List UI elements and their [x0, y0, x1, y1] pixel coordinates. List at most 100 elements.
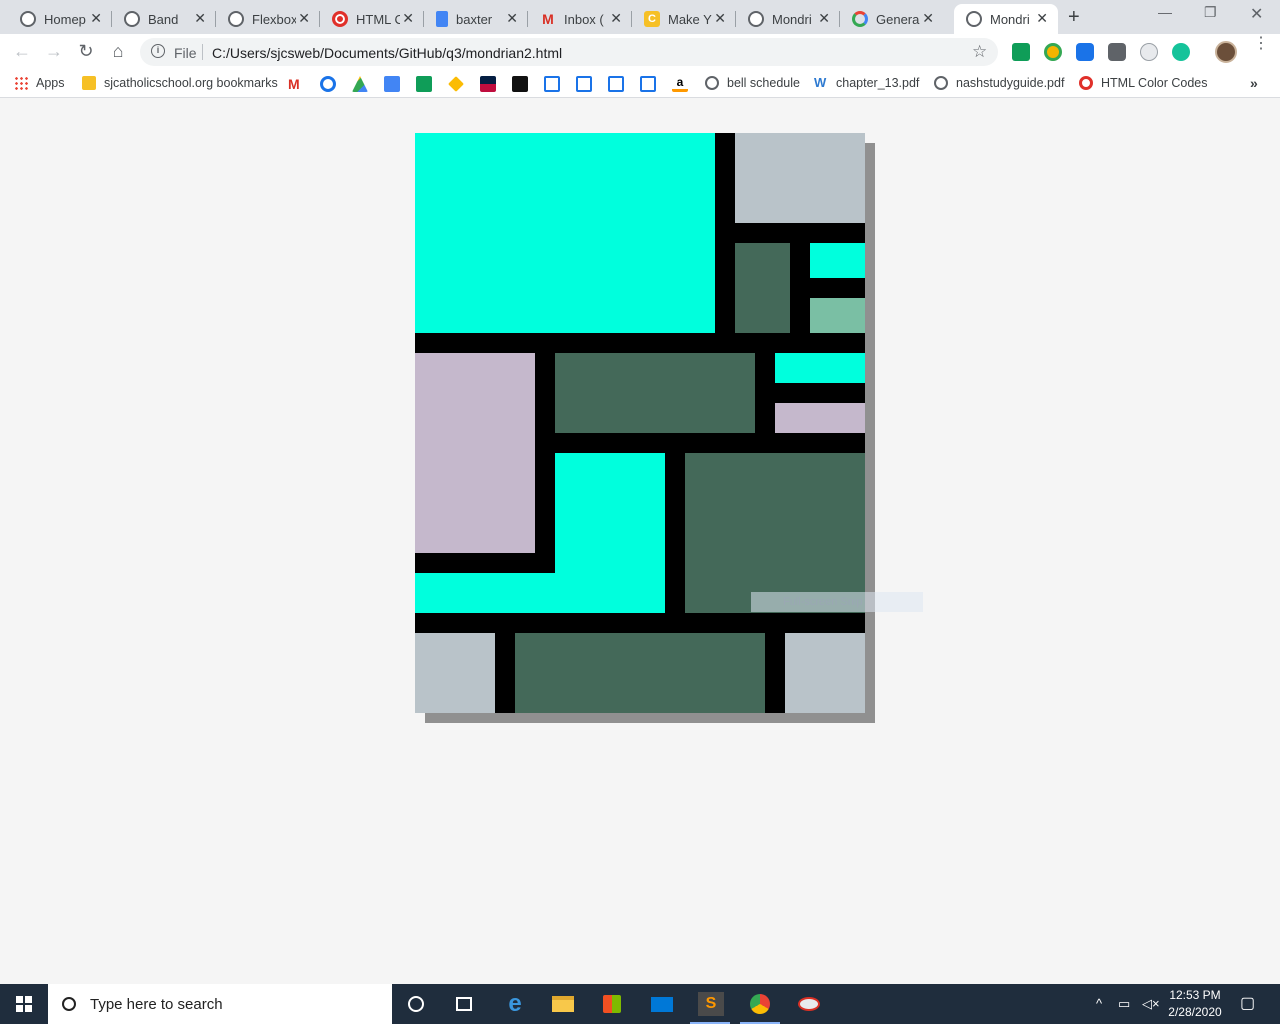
close-icon[interactable]: ✕ [402, 10, 414, 26]
notifications-icon[interactable]: ▢ [1240, 993, 1255, 1013]
tab-baxter[interactable]: baxter ✕ [424, 4, 528, 34]
task-view-icon[interactable] [452, 992, 476, 1016]
drive-icon[interactable] [352, 76, 368, 92]
close-icon[interactable]: ✕ [1036, 10, 1048, 26]
tab-title: Mondri [772, 11, 812, 27]
unity-icon[interactable] [512, 76, 528, 92]
search-placeholder: Type here to search [90, 995, 223, 1013]
tab-title: Flexbox [252, 11, 296, 27]
minimize-icon[interactable]: — [1158, 4, 1172, 20]
tab-band[interactable]: Band ✕ [112, 4, 216, 34]
info-icon[interactable]: i [151, 44, 165, 58]
mlb-icon[interactable] [480, 76, 496, 92]
bookmark-chapter-13[interactable]: W chapter_13.pdf [814, 76, 919, 91]
layout-icon[interactable] [640, 76, 656, 92]
gmail-icon: M [542, 11, 554, 27]
extension-icon[interactable] [1044, 43, 1062, 61]
amazon-icon[interactable]: a [672, 76, 688, 92]
tab-general[interactable]: Genera ✕ [840, 4, 944, 34]
close-icon[interactable]: ✕ [610, 10, 622, 26]
chrome-icon[interactable] [748, 992, 772, 1016]
bookmark-label: sjcatholicschool.org bookmarks [104, 76, 278, 90]
shield-extension-icon[interactable] [1076, 43, 1094, 61]
url-text[interactable]: C:/Users/sjcsweb/Documents/GitHub/q3/mon… [212, 45, 562, 61]
privacy-extension-icon[interactable] [1108, 43, 1126, 61]
search-icon [62, 997, 76, 1011]
store-icon[interactable] [600, 992, 624, 1016]
globe-icon [124, 11, 140, 27]
cortana-icon[interactable] [404, 992, 428, 1016]
close-icon[interactable]: ✕ [194, 10, 206, 26]
window-close-icon[interactable]: ✕ [1250, 4, 1263, 24]
tab-html-color[interactable]: HTML C ✕ [320, 4, 424, 34]
clock[interactable]: 12:53 PM 2/28/2020 [1160, 987, 1230, 1021]
block-dark-small [735, 243, 790, 333]
quizlet-icon[interactable] [320, 76, 336, 92]
back-icon[interactable]: ← [11, 41, 33, 62]
network-icon[interactable]: ▭ [1118, 996, 1130, 1012]
volume-muted-icon[interactable]: ◁× [1142, 996, 1160, 1012]
opera-icon [1079, 76, 1093, 90]
docs-icon[interactable] [384, 76, 400, 92]
gmail-icon[interactable]: M [288, 76, 304, 92]
block-dark-bottom [515, 633, 765, 713]
classroom-extension-icon[interactable] [1012, 43, 1030, 61]
tab-flexbox[interactable]: Flexbox ✕ [216, 4, 320, 34]
close-icon[interactable]: ✕ [90, 10, 102, 26]
taskbar-search[interactable]: Type here to search [48, 984, 392, 1024]
address-bar[interactable]: i File C:/Users/sjcsweb/Documents/GitHub… [140, 38, 998, 66]
start-button[interactable] [0, 984, 48, 1024]
avatar[interactable] [1215, 41, 1237, 63]
restore-icon[interactable]: ❐ [1204, 4, 1217, 21]
mail-icon[interactable] [650, 992, 674, 1016]
layout-icon[interactable] [544, 76, 560, 92]
globe-icon [966, 11, 982, 27]
layers-icon[interactable] [448, 76, 464, 92]
tab-make[interactable]: C Make Y ✕ [632, 4, 736, 34]
bookmark-html-color-codes[interactable]: HTML Color Codes [1079, 76, 1208, 90]
forward-icon[interactable]: → [43, 41, 65, 62]
tab-inbox[interactable]: M Inbox ( ✕ [528, 4, 632, 34]
globe-icon [748, 11, 764, 27]
bookmark-sjcatholic[interactable]: sjcatholicschool.org bookmarks [82, 76, 278, 90]
chevron-up-icon[interactable]: ^ [1096, 996, 1102, 1011]
tab-mondrian-active[interactable]: Mondri ✕ [954, 4, 1058, 34]
bookmark-bell-schedule[interactable]: bell schedule [705, 76, 800, 90]
edge-icon[interactable]: e [503, 990, 527, 1017]
block-gray-bottom-left [415, 633, 495, 713]
star-icon[interactable]: ☆ [972, 42, 987, 62]
bookmark-apps[interactable]: Apps [14, 76, 65, 90]
layout-icon[interactable] [608, 76, 624, 92]
omnibox-divider [202, 44, 203, 60]
snipping-tool-icon[interactable] [797, 992, 821, 1016]
close-icon[interactable]: ✕ [506, 10, 518, 26]
sublime-text-icon[interactable]: S [698, 992, 724, 1016]
globe-icon [20, 11, 36, 27]
tab-title: Mondri [990, 11, 1030, 27]
classroom-icon[interactable] [416, 76, 432, 92]
file-explorer-icon[interactable] [551, 992, 575, 1016]
bookmark-nashstudyguide[interactable]: nashstudyguide.pdf [934, 76, 1064, 90]
close-icon[interactable]: ✕ [298, 10, 310, 26]
new-tab-icon[interactable]: + [1068, 6, 1080, 29]
block-cyan-bottom-left [415, 573, 665, 613]
layout-icon[interactable] [576, 76, 592, 92]
home-icon[interactable]: ⌂ [107, 41, 129, 62]
tab-title: Band [148, 11, 179, 27]
mondrian-painting [415, 133, 865, 713]
grammarly-icon[interactable] [1172, 43, 1190, 61]
reload-icon[interactable]: ↻ [75, 41, 97, 62]
close-icon[interactable]: ✕ [922, 10, 934, 26]
tab-mondrian-1[interactable]: Mondri ✕ [736, 4, 840, 34]
close-icon[interactable]: ✕ [714, 10, 726, 26]
menu-icon[interactable]: ⋮ [1253, 36, 1269, 52]
tab-strip: Homep ✕ Band ✕ Flexbox ✕ HTML C ✕ baxter… [0, 0, 1280, 34]
close-icon[interactable]: ✕ [818, 10, 830, 26]
more-bookmarks-icon[interactable]: » [1250, 75, 1258, 91]
block-lilac-strip [775, 403, 865, 433]
help-extension-icon[interactable] [1140, 43, 1158, 61]
tab-homepage[interactable]: Homep ✕ [8, 4, 112, 34]
block-dark-right [685, 453, 865, 613]
apps-grid-icon [14, 76, 28, 90]
snip-overlay: Full-screen Snip [751, 592, 923, 612]
